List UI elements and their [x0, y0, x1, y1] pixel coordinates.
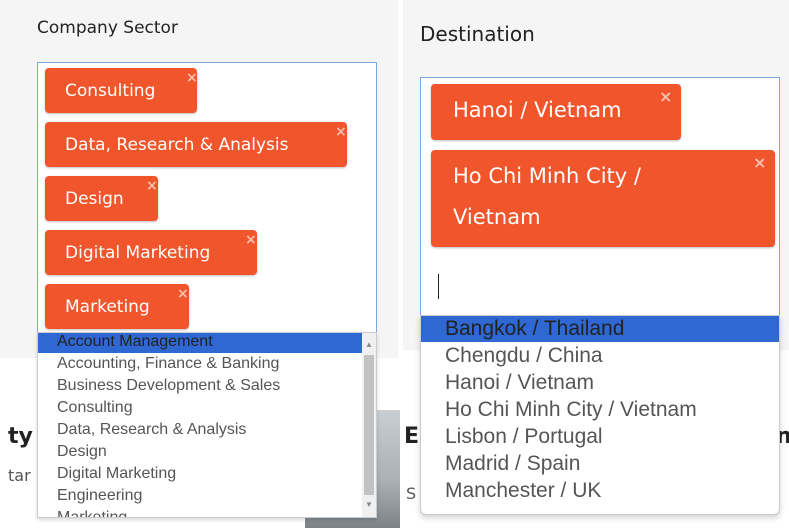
destination-title: Destination: [420, 22, 535, 46]
tag-ho-chi-minh-city-vietnam: Ho Chi Minh City / Vietnam ×: [431, 150, 775, 247]
company-sector-select[interactable]: Consulting × Data, Research & Analysis ×…: [37, 62, 377, 340]
background-text-fragment: ty: [8, 424, 33, 449]
background-text-fragment: E: [404, 424, 420, 449]
option-hanoi-vietnam[interactable]: Hanoi / Vietnam: [421, 370, 779, 396]
scrollbar-thumb[interactable]: [364, 355, 374, 495]
option-account-management[interactable]: Account Management: [38, 333, 376, 353]
tag-data-research-analysis: Data, Research & Analysis ×: [45, 122, 347, 167]
company-sector-title: Company Sector: [37, 18, 178, 38]
tag-label: Digital Marketing: [65, 243, 211, 263]
option-ho-chi-minh-city-vietnam[interactable]: Ho Chi Minh City / Vietnam: [421, 397, 779, 423]
option-data-research-analysis[interactable]: Data, Research & Analysis: [38, 421, 376, 441]
option-engineering[interactable]: Engineering: [38, 487, 376, 507]
text-cursor: [438, 274, 439, 299]
option-accounting-finance-banking[interactable]: Accounting, Finance & Banking: [38, 355, 376, 375]
tag-remove-icon[interactable]: ×: [659, 89, 672, 105]
tag-digital-marketing: Digital Marketing ×: [45, 230, 257, 275]
company-sector-panel: Company Sector Consulting × Data, Resear…: [0, 0, 398, 358]
tag-label: Design: [65, 189, 124, 209]
option-consulting[interactable]: Consulting: [38, 399, 376, 419]
option-bangkok-thailand[interactable]: Bangkok / Thailand: [421, 316, 779, 342]
tag-label-line1: Ho Chi Minh City /: [453, 164, 641, 188]
destination-select[interactable]: Hanoi / Vietnam × Ho Chi Minh City / Vie…: [420, 77, 780, 320]
option-marketing[interactable]: Marketing: [38, 509, 376, 517]
option-lisbon-portugal[interactable]: Lisbon / Portugal: [421, 424, 779, 450]
background-text-fragment: S: [406, 484, 417, 503]
tag-marketing: Marketing ×: [45, 284, 189, 329]
option-design[interactable]: Design: [38, 443, 376, 463]
tag-remove-icon[interactable]: ×: [146, 179, 158, 193]
tag-remove-icon[interactable]: ×: [335, 125, 347, 139]
tag-remove-icon[interactable]: ×: [245, 233, 257, 247]
option-chengdu-china[interactable]: Chengdu / China: [421, 343, 779, 369]
options-scrollbar[interactable]: ▲ ▼: [362, 333, 376, 517]
option-digital-marketing[interactable]: Digital Marketing: [38, 465, 376, 485]
tag-consulting: Consulting ×: [45, 68, 198, 113]
tag-design: Design ×: [45, 176, 158, 221]
background-text-fragment: tar: [8, 466, 31, 485]
destination-panel: Destination Hanoi / Vietnam × Ho Chi Min…: [403, 0, 789, 350]
tag-label-line2: Vietnam: [453, 205, 541, 229]
scroll-down-icon[interactable]: ▼: [362, 501, 376, 509]
tag-remove-icon[interactable]: ×: [753, 155, 766, 171]
tag-remove-icon[interactable]: ×: [186, 71, 198, 85]
option-business-development-sales[interactable]: Business Development & Sales: [38, 377, 376, 397]
option-madrid-spain[interactable]: Madrid / Spain: [421, 451, 779, 477]
tag-remove-icon[interactable]: ×: [177, 287, 189, 301]
tag-label: Consulting: [65, 81, 156, 101]
company-sector-options-list[interactable]: Account Management Accounting, Finance &…: [37, 332, 377, 518]
tag-label: Marketing: [65, 297, 150, 317]
scroll-up-icon[interactable]: ▲: [362, 341, 376, 349]
destination-options-list[interactable]: Bangkok / Thailand Chengdu / China Hanoi…: [420, 315, 780, 515]
tag-hanoi-vietnam: Hanoi / Vietnam ×: [431, 84, 681, 140]
option-manchester-uk[interactable]: Manchester / UK: [421, 478, 779, 504]
tag-label: Hanoi / Vietnam: [453, 98, 622, 122]
tag-label: Data, Research & Analysis: [65, 135, 289, 155]
